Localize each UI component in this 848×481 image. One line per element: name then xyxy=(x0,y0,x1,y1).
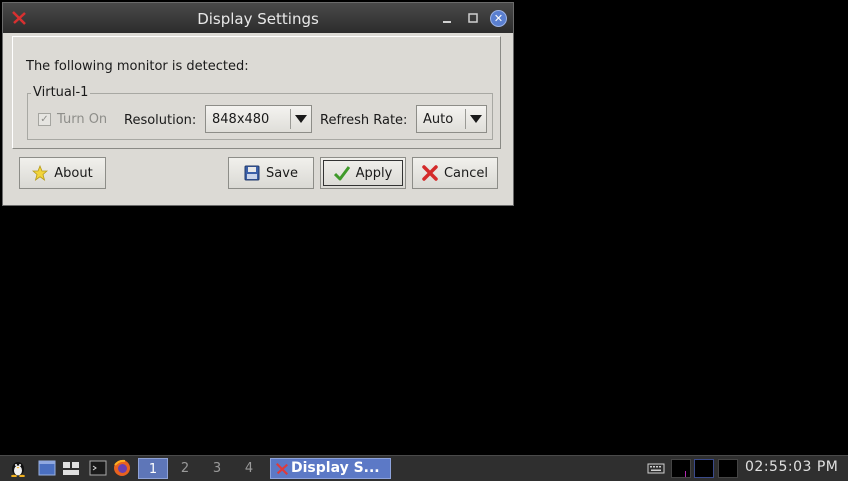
floppy-disk-icon xyxy=(244,165,260,181)
firefox-icon[interactable] xyxy=(113,459,131,477)
maximize-icon[interactable] xyxy=(465,10,481,26)
checkbox-check-icon: ✓ xyxy=(38,113,51,126)
desktop-1-button[interactable]: 1 xyxy=(138,458,168,479)
dropdown-separator xyxy=(290,109,291,129)
resolution-dropdown[interactable]: 848x480 xyxy=(205,105,312,133)
save-button[interactable]: Save xyxy=(228,157,314,189)
refresh-rate-dropdown[interactable]: Auto xyxy=(416,105,487,133)
network-monitor-icon xyxy=(718,459,738,478)
taskbar: 1 2 3 4 Display S... 02:55:03 PM xyxy=(0,455,848,481)
display-settings-window: Display Settings ✕ The following monitor… xyxy=(2,2,514,206)
task-label: Display S... xyxy=(291,460,380,476)
window-list-icon[interactable] xyxy=(62,459,80,477)
cancel-button[interactable]: Cancel xyxy=(412,157,498,189)
desktop-3-button[interactable]: 3 xyxy=(202,458,232,479)
app-icon xyxy=(275,462,289,476)
window-title: Display Settings xyxy=(197,10,319,28)
desktop-4-button[interactable]: 4 xyxy=(234,458,264,479)
cpu-monitor-icon xyxy=(671,459,691,478)
show-desktop-icon[interactable] xyxy=(38,459,56,477)
desktop-2-button[interactable]: 2 xyxy=(170,458,200,479)
monitor-group: Virtual-1 ✓ Turn On Resolution: 848x480 … xyxy=(27,85,493,140)
terminal-icon[interactable] xyxy=(89,459,107,477)
resolution-label: Resolution: xyxy=(124,113,197,128)
memory-monitor-icon xyxy=(694,459,714,478)
resolution-value: 848x480 xyxy=(212,112,270,127)
turn-on-label: Turn On xyxy=(57,112,108,127)
apply-button[interactable]: Apply xyxy=(320,157,406,189)
save-label: Save xyxy=(266,165,298,181)
checkmark-icon xyxy=(333,166,350,181)
clock[interactable]: 02:55:03 PM xyxy=(745,459,838,475)
minimize-icon[interactable] xyxy=(439,10,455,26)
apply-label: Apply xyxy=(355,165,393,181)
chevron-down-icon xyxy=(295,115,307,123)
cancel-label: Cancel xyxy=(443,165,489,181)
red-x-icon xyxy=(422,165,438,181)
keyboard-icon[interactable] xyxy=(647,459,665,477)
close-icon[interactable]: ✕ xyxy=(490,10,507,27)
settings-panel: The following monitor is detected: Virtu… xyxy=(12,36,501,149)
dropdown-separator xyxy=(465,109,466,129)
detected-label: The following monitor is detected: xyxy=(26,59,249,74)
star-icon xyxy=(32,165,49,181)
task-display-settings[interactable]: Display S... xyxy=(270,458,391,479)
title-bar[interactable]: Display Settings ✕ xyxy=(3,3,513,33)
chevron-down-icon xyxy=(470,115,482,123)
monitor-name: Virtual-1 xyxy=(31,85,91,100)
turn-on-checkbox[interactable]: ✓ Turn On xyxy=(38,112,107,127)
tux-menu-icon[interactable] xyxy=(9,459,27,477)
refresh-rate-value: Auto xyxy=(423,112,454,127)
about-label: About xyxy=(54,165,93,181)
refresh-rate-label: Refresh Rate: xyxy=(320,113,408,128)
about-button[interactable]: About xyxy=(19,157,106,189)
